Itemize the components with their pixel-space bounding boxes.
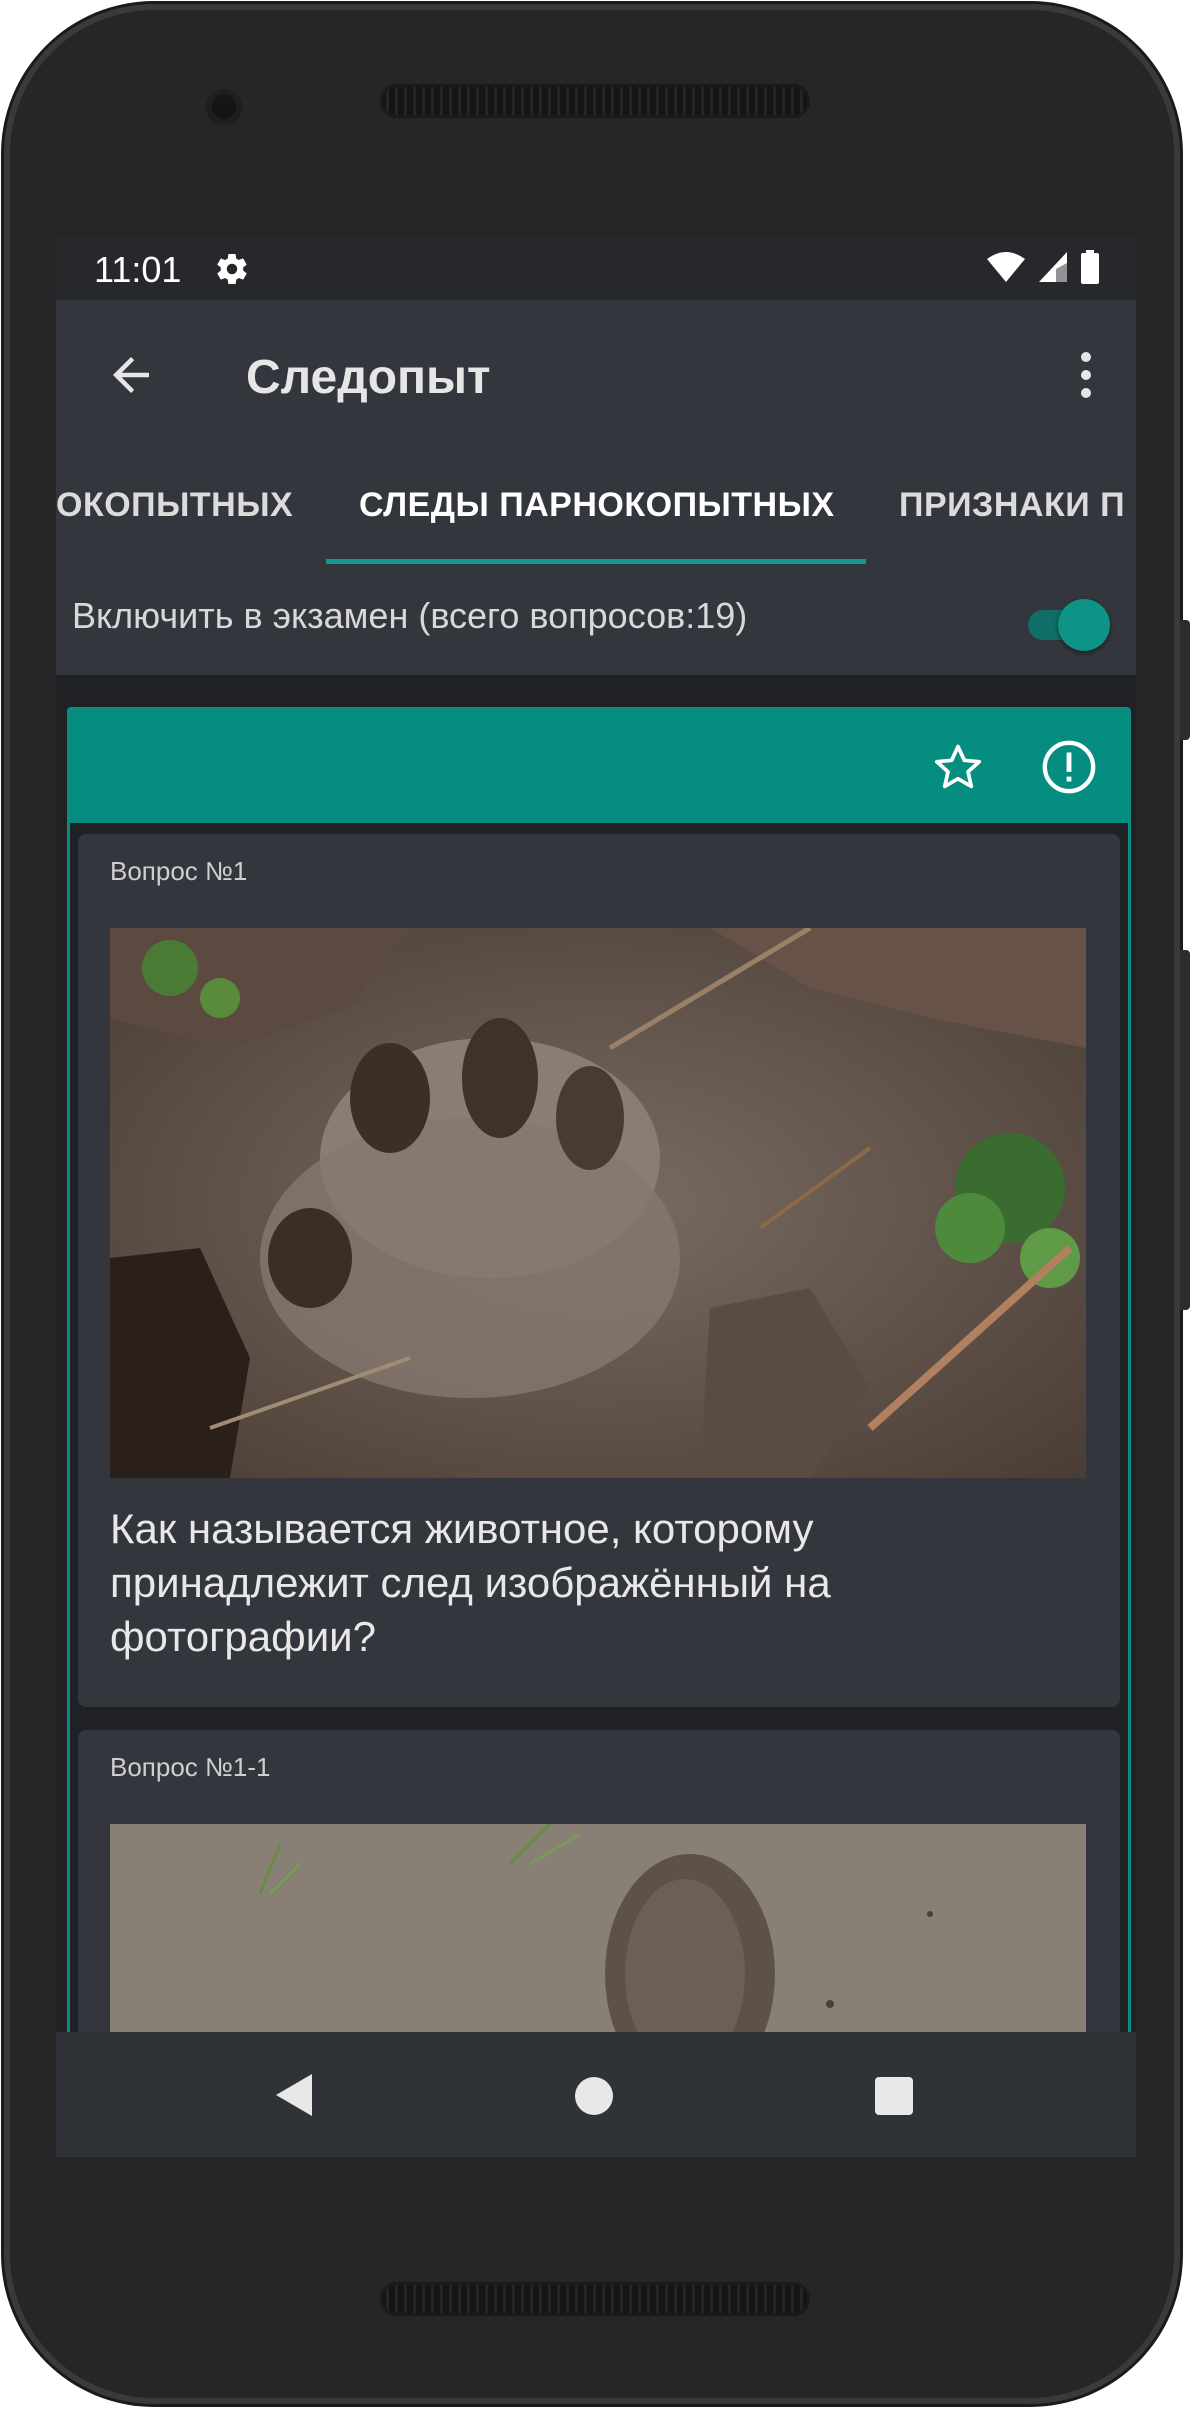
phone-frame: 11:01 Следопыт ОКОПЫТНЫХ СЛЕДЫ ПАРНОКОПЫ… [4, 4, 1180, 2404]
battery-icon [1080, 249, 1100, 289]
question-card[interactable]: Вопрос №1 Как называется животное, котор… [78, 834, 1120, 1707]
volume-button [1180, 950, 1190, 1310]
questions-card: Вопрос №1 Как называется животное, котор… [67, 707, 1131, 2157]
question-number: Вопрос №1-1 [110, 1752, 271, 1782]
top-speaker [380, 84, 810, 118]
signal-icon [1038, 251, 1068, 288]
bottom-speaker [380, 2282, 810, 2316]
exam-switch-thumb[interactable] [1058, 599, 1110, 651]
track-photo [110, 928, 1086, 1478]
arrow-left-icon[interactable] [104, 348, 158, 402]
wifi-icon [986, 251, 1026, 288]
nav-home-icon[interactable] [574, 2076, 614, 2121]
nav-recents-icon[interactable] [874, 2076, 914, 2121]
front-camera [206, 89, 242, 125]
gear-icon [214, 251, 250, 293]
exam-toggle-row: Включить в экзамен (всего вопросов:19) [56, 565, 1136, 675]
tab-signs[interactable]: ПРИЗНАКИ П [899, 486, 1125, 525]
question-number: Вопрос №1 [110, 856, 248, 886]
app-bar: Следопыт [56, 300, 1136, 448]
screen: 11:01 Следопыт ОКОПЫТНЫХ СЛЕДЫ ПАРНОКОПЫ… [56, 237, 1136, 2157]
alert-circle-icon[interactable] [1040, 738, 1098, 796]
question-text: Как называется животное, которому принад… [110, 1505, 831, 1660]
tab-hooved-tracks[interactable]: ОКОПЫТНЫХ [56, 486, 293, 525]
status-bar: 11:01 [56, 237, 1136, 300]
more-vert-icon[interactable] [1076, 350, 1096, 400]
page-title: Следопыт [246, 351, 491, 404]
power-button [1180, 620, 1190, 740]
card-header [70, 710, 1128, 823]
nav-back-icon[interactable] [274, 2072, 314, 2123]
status-time: 11:01 [94, 249, 182, 290]
exam-toggle-label: Включить в экзамен (всего вопросов:19) [72, 595, 748, 636]
tab-bar: ОКОПЫТНЫХ СЛЕДЫ ПАРНОКОПЫТНЫХ ПРИЗНАКИ П [56, 448, 1136, 565]
navigation-bar [56, 2032, 1136, 2157]
tab-indicator [326, 559, 866, 564]
star-outline-icon[interactable] [930, 740, 986, 796]
tab-artiodactyl-tracks[interactable]: СЛЕДЫ ПАРНОКОПЫТНЫХ [359, 486, 835, 525]
